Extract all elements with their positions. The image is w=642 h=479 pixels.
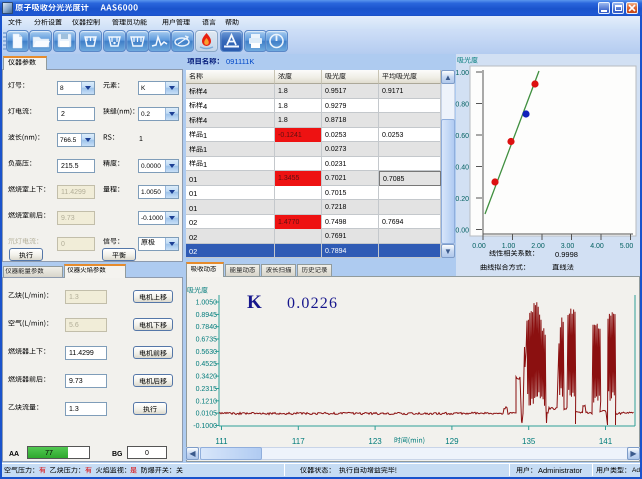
svg-text:0.40: 0.40 <box>455 165 469 172</box>
svg-text:135: 135 <box>522 437 536 446</box>
svg-text:123: 123 <box>368 437 382 446</box>
svg-text:0.00: 0.00 <box>472 243 486 250</box>
svg-text:111: 111 <box>215 437 228 446</box>
svg-text:129: 129 <box>445 437 459 446</box>
svg-text:0.7840: 0.7840 <box>196 324 218 331</box>
svg-text:2.00: 2.00 <box>531 243 545 250</box>
svg-text:141: 141 <box>599 437 613 446</box>
svg-text:117: 117 <box>292 437 305 446</box>
svg-text:5.00: 5.00 <box>620 243 634 250</box>
svg-text:1.00: 1.00 <box>455 70 469 77</box>
svg-text:0.6735: 0.6735 <box>196 337 218 344</box>
svg-text:-0.1000: -0.1000 <box>193 423 217 430</box>
svg-text:0.1210: 0.1210 <box>196 398 218 405</box>
svg-text:0.5630: 0.5630 <box>196 349 218 356</box>
svg-text:1.0050: 1.0050 <box>196 300 218 307</box>
svg-text:0.20: 0.20 <box>455 196 469 203</box>
svg-text:0.0105: 0.0105 <box>196 411 218 418</box>
svg-text:0.2315: 0.2315 <box>196 386 218 393</box>
svg-text:0.80: 0.80 <box>455 102 469 109</box>
svg-text:4.00: 4.00 <box>590 243 604 250</box>
svg-text:0.4525: 0.4525 <box>196 361 218 368</box>
svg-text:1.00: 1.00 <box>502 243 516 250</box>
svg-text:0.8945: 0.8945 <box>196 312 218 319</box>
svg-text:0.3420: 0.3420 <box>196 374 218 381</box>
svg-text:0.60: 0.60 <box>455 133 469 140</box>
svg-text:0.00: 0.00 <box>455 228 469 235</box>
